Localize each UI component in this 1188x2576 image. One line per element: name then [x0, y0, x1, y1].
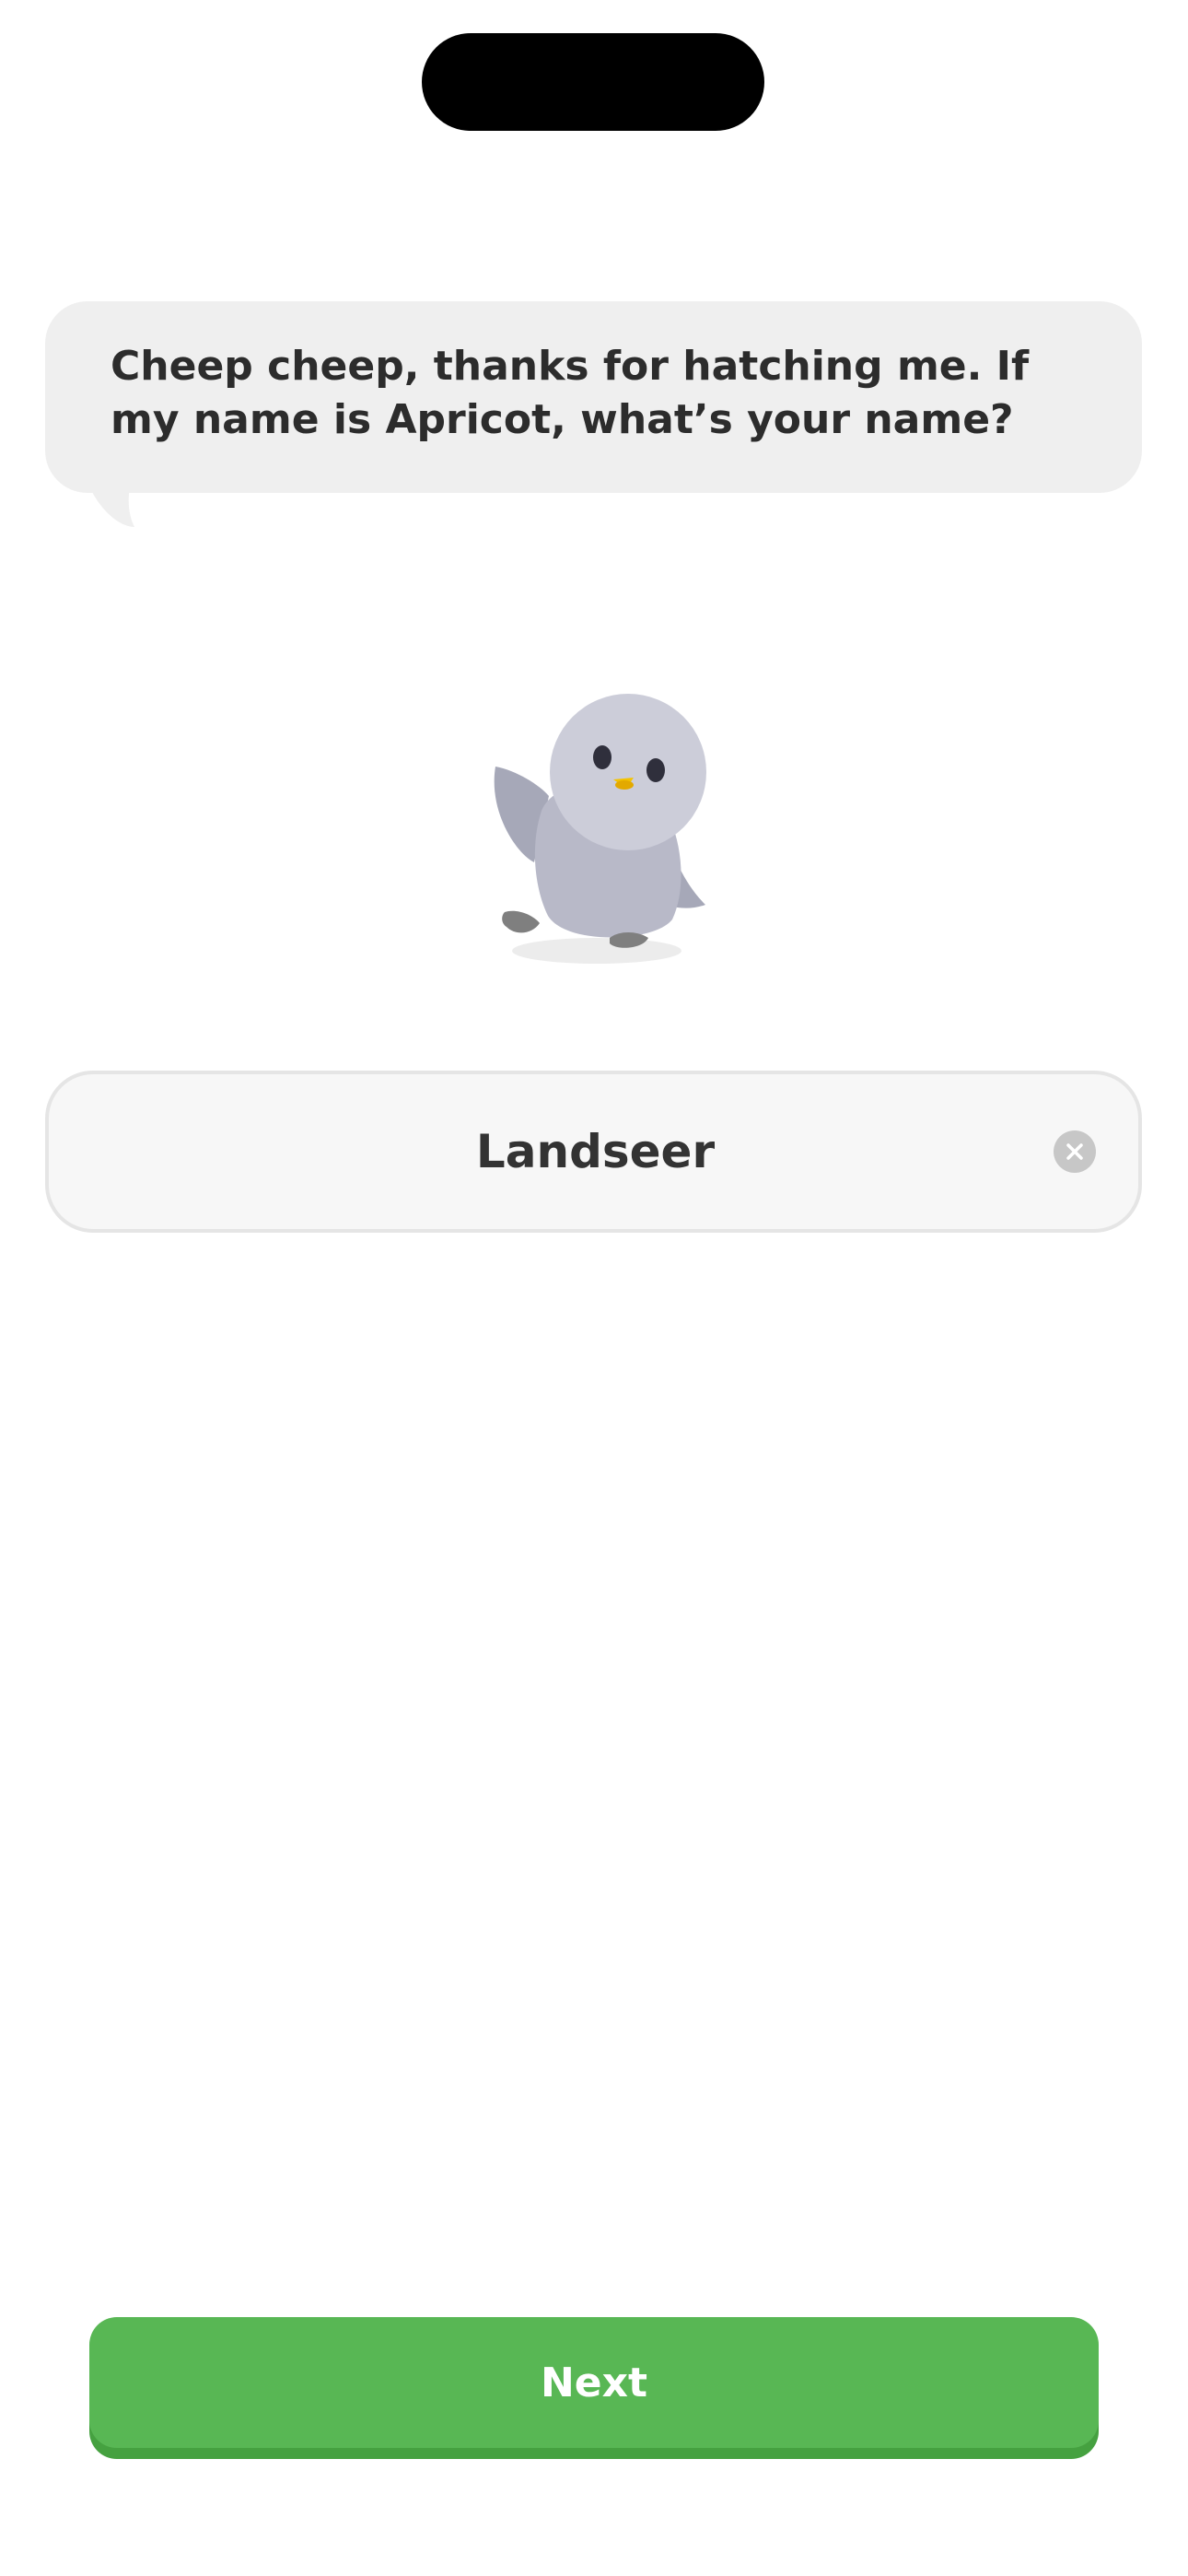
clear-icon [1066, 1143, 1083, 1160]
speech-bubble: Cheep cheep, thanks for hatching me. If … [45, 301, 1142, 493]
name-input[interactable] [122, 1074, 1068, 1229]
dynamic-island [422, 33, 764, 131]
speech-bubble-tail [85, 475, 134, 527]
clear-button[interactable] [1054, 1130, 1096, 1173]
bubble-text: Cheep cheep, thanks for hatching me. If … [111, 343, 1030, 443]
name-field[interactable] [45, 1071, 1142, 1233]
bird-mascot-icon [494, 694, 706, 964]
next-button[interactable]: Next [89, 2317, 1099, 2448]
